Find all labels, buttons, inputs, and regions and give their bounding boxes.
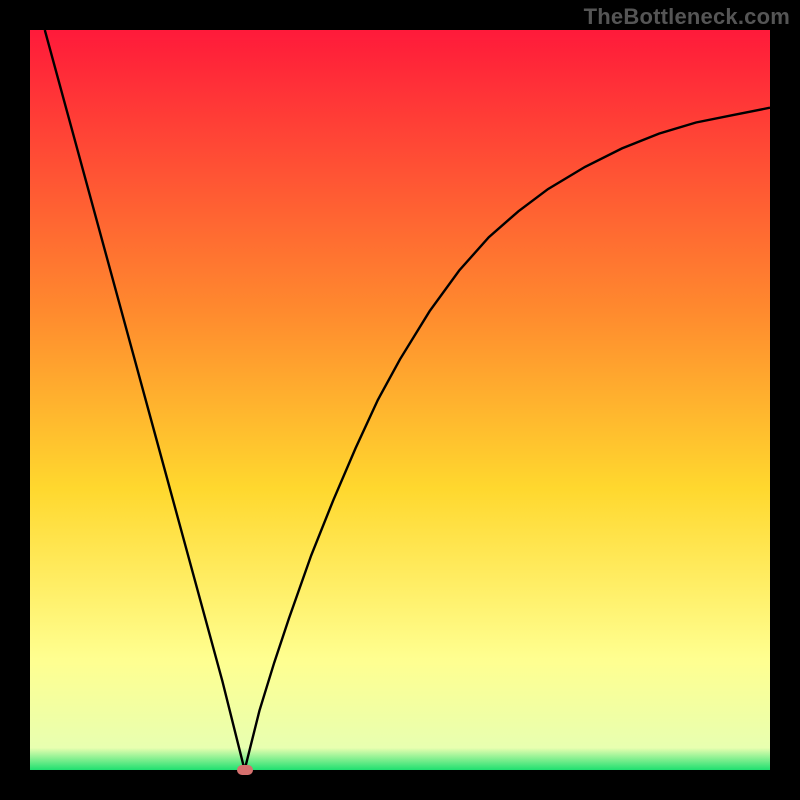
plot-area [30, 30, 770, 770]
gradient-background [30, 30, 770, 770]
chart-frame: TheBottleneck.com [0, 0, 800, 800]
plot-svg [30, 30, 770, 770]
watermark-label: TheBottleneck.com [584, 4, 790, 30]
minimum-marker [237, 765, 253, 775]
